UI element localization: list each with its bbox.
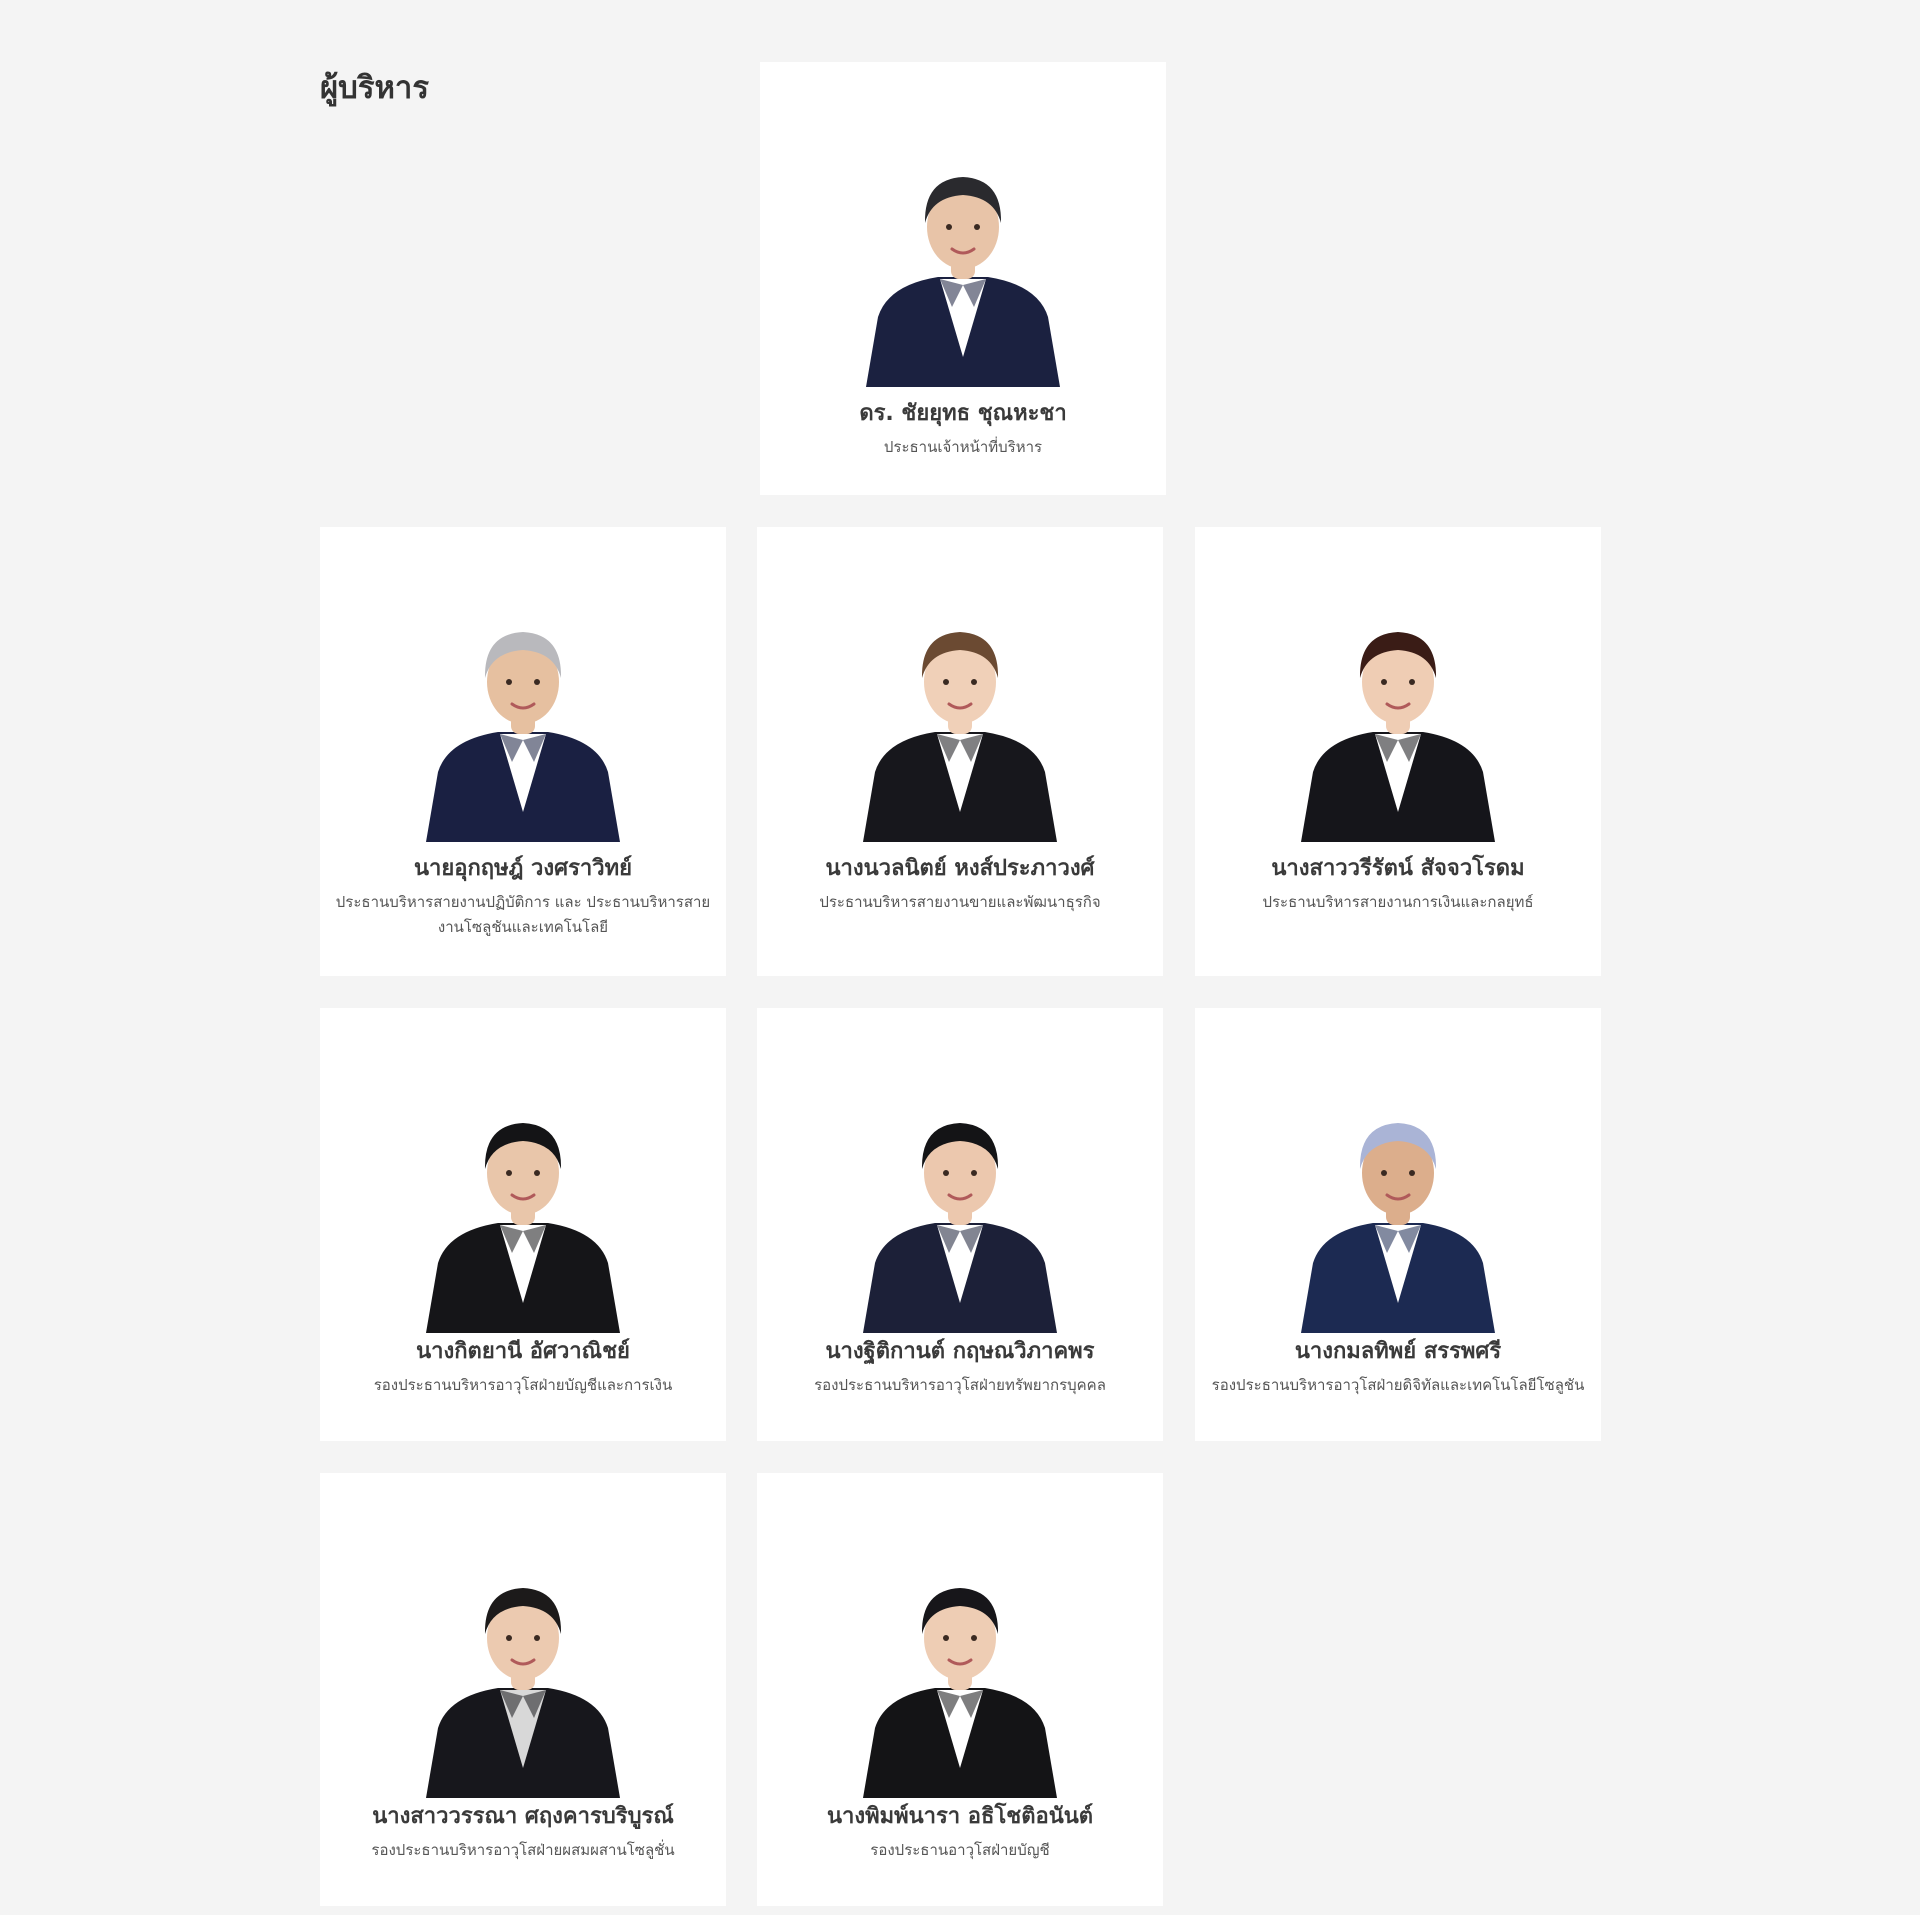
- executive-role: รองประธานบริหารอาวุโสฝ่ายทรัพยากรบุคคล: [814, 1376, 1106, 1394]
- executive-name: นางสาววรรณา ศฤงคารบริบูรณ์: [372, 1804, 674, 1829]
- executive-card[interactable]: นางนวลนิตย์ หงส์ประภาวงศ์ประธานบริหารสาย…: [757, 527, 1163, 976]
- executive-name: นางสาววรีรัตน์ สัจจวโรดม: [1271, 856, 1525, 881]
- executive-card[interactable]: นางกิตยานี อัศวาณิชย์รองประธานบริหารอาวุ…: [320, 1008, 726, 1441]
- executive-card[interactable]: นางสาววรีรัตน์ สัจจวโรดมประธานบริหารสายง…: [1195, 527, 1601, 976]
- executive-name: นายอุกฤษฎ์ วงศราวิทย์: [413, 856, 633, 881]
- executive-card[interactable]: นางพิมพ์นารา อธิโชติอนันต์รองประธานอาวุโ…: [757, 1473, 1163, 1906]
- executive-card[interactable]: ดร. ชัยยุทธ ชุณหะชาประธานเจ้าหน้าที่บริห…: [760, 62, 1166, 495]
- executive-photo: [1283, 612, 1513, 842]
- executive-card[interactable]: นางฐิติกานต์ กฤษณวิภาคพรรองประธานบริหารอ…: [757, 1008, 1163, 1441]
- executive-photo: [845, 1568, 1075, 1798]
- executive-photo: [845, 1103, 1075, 1333]
- executive-photo: [848, 157, 1078, 387]
- executive-name: ดร. ชัยยุทธ ชุณหะชา: [859, 401, 1067, 426]
- executive-role: รองประธานบริหารอาวุโสฝ่ายบัญชีและการเงิน: [373, 1376, 673, 1394]
- executive-photo: [845, 612, 1075, 842]
- executive-name: นางกมลทิพย์ สรรพศรี: [1294, 1339, 1502, 1364]
- executive-name: นางนวลนิตย์ หงส์ประภาวงศ์: [825, 856, 1095, 881]
- executive-photo: [408, 612, 638, 842]
- executive-role: รองประธานอาวุโสฝ่ายบัญชี: [870, 1841, 1050, 1859]
- executive-photo: [408, 1568, 638, 1798]
- executive-role: ประธานบริหารสายงานปฏิบัติการ และ ประธานบ…: [335, 893, 711, 936]
- executive-photo: [1283, 1103, 1513, 1333]
- executive-role: ประธานเจ้าหน้าที่บริหาร: [883, 438, 1043, 456]
- executive-card[interactable]: นางกมลทิพย์ สรรพศรีรองประธานบริหารอาวุโส…: [1195, 1008, 1601, 1441]
- executive-photo: [408, 1103, 638, 1333]
- executive-role: รองประธานบริหารอาวุโสฝ่ายผสมผสานโซลูชั่น: [371, 1841, 675, 1859]
- executive-role: ประธานบริหารสายงานขายและพัฒนาธุรกิจ: [819, 893, 1101, 911]
- executive-role: ประธานบริหารสายงานการเงินและกลยุทธ์: [1262, 893, 1534, 911]
- executive-name: นางพิมพ์นารา อธิโชติอนันต์: [826, 1804, 1094, 1829]
- page-title: ผู้บริหาร: [320, 70, 429, 106]
- executive-card[interactable]: นายอุกฤษฎ์ วงศราวิทย์ประธานบริหารสายงานป…: [320, 527, 726, 976]
- executive-name: นางฐิติกานต์ กฤษณวิภาคพร: [825, 1339, 1095, 1364]
- executive-role: รองประธานบริหารอาวุโสฝ่ายดิจิทัลและเทคโน…: [1211, 1376, 1585, 1394]
- executive-card[interactable]: นางสาววรรณา ศฤงคารบริบูรณ์รองประธานบริหา…: [320, 1473, 726, 1906]
- executive-name: นางกิตยานี อัศวาณิชย์: [416, 1339, 630, 1364]
